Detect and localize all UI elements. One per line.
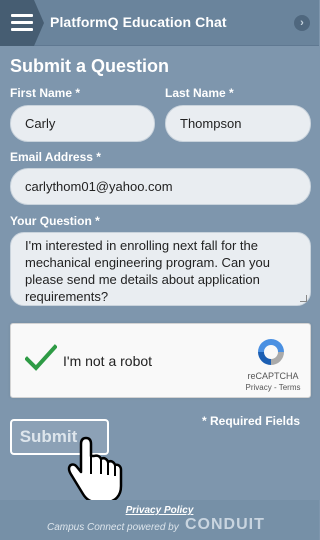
recaptcha-widget: I'm not a robot reCAPTCHA Privacy - Term… bbox=[10, 323, 311, 398]
captcha-label: I'm not a robot bbox=[63, 353, 153, 369]
first-name-field[interactable]: Carly bbox=[10, 105, 155, 142]
chevron-right-circle-icon[interactable]: › bbox=[294, 15, 310, 31]
recaptcha-brand: reCAPTCHA bbox=[247, 371, 299, 381]
recaptcha-privacy-terms-link[interactable]: Privacy - Terms bbox=[244, 383, 302, 392]
checkmark-icon[interactable] bbox=[25, 344, 57, 372]
resize-grip-icon[interactable] bbox=[300, 295, 307, 302]
email-label: Email Address * bbox=[10, 150, 101, 164]
form-title: Submit a Question bbox=[10, 56, 170, 76]
privacy-policy-link[interactable]: Privacy Policy bbox=[0, 505, 319, 516]
email-field[interactable]: carlythom01@yahoo.com bbox=[10, 168, 311, 205]
footer: Privacy Policy Campus Connect powered by… bbox=[0, 500, 319, 540]
question-textarea[interactable]: I'm interested in enrolling next fall fo… bbox=[10, 232, 311, 306]
app-title: PlatformQ Education Chat bbox=[50, 14, 227, 30]
powered-by-text: Campus Connect powered by bbox=[47, 522, 179, 533]
app-header: PlatformQ Education Chat › bbox=[0, 0, 319, 46]
last-name-field[interactable]: Thompson bbox=[165, 105, 311, 142]
conduit-logo: CONDUIT bbox=[185, 516, 265, 533]
first-name-label: First Name * bbox=[10, 86, 81, 100]
question-value: I'm interested in enrolling next fall fo… bbox=[25, 238, 270, 304]
question-label: Your Question * bbox=[10, 214, 100, 228]
required-fields-note: * Required Fields bbox=[201, 414, 300, 428]
last-name-label: Last Name * bbox=[165, 86, 234, 100]
last-name-value: Thompson bbox=[180, 116, 242, 131]
email-value: carlythom01@yahoo.com bbox=[25, 179, 173, 194]
first-name-value: Carly bbox=[25, 116, 56, 131]
hamburger-menu-icon[interactable] bbox=[0, 0, 44, 46]
hand-pointer-cursor-icon bbox=[67, 436, 123, 504]
recaptcha-logo-icon bbox=[258, 339, 284, 365]
